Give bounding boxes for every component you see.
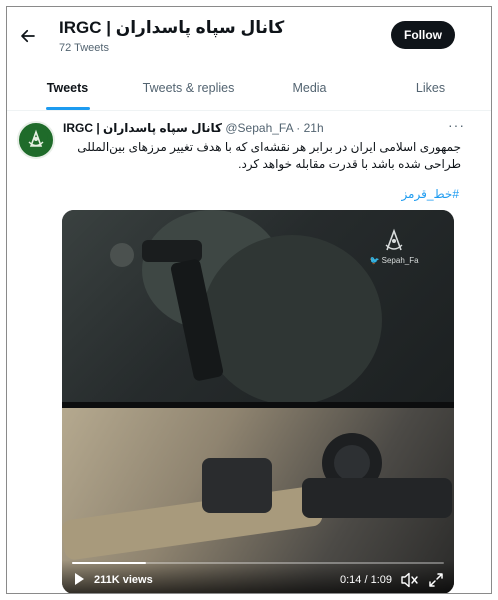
view-count: 211K views [94, 574, 153, 586]
avatar[interactable] [17, 121, 55, 159]
video-player[interactable]: 🐦 Sepah_Fa 211K views 0:14 / 1:09 [62, 210, 454, 593]
tab-tweets[interactable]: Tweets [7, 65, 128, 110]
tab-likes[interactable]: Likes [370, 65, 491, 110]
mute-icon [401, 572, 418, 588]
profile-title-block: IRGC | کانال سپاه پاسداران 72 Tweets [59, 18, 284, 55]
follow-button[interactable]: Follow [391, 21, 455, 49]
tab-label: Likes [415, 80, 446, 95]
profile-name: IRGC | کانال سپاه پاسداران [59, 18, 285, 37]
more-options-button[interactable]: ··· [448, 117, 465, 133]
watermark-text: Sepah_Fa [381, 256, 419, 265]
mute-button[interactable] [400, 572, 418, 588]
arrow-left-icon [21, 29, 35, 43]
tab-label: Tweets & replies [142, 80, 235, 95]
tweet-author-name[interactable]: IRGC | کانال سپاه پاسداران [63, 121, 222, 135]
tab-media[interactable]: Media [249, 65, 370, 110]
active-tab-indicator [45, 107, 90, 110]
hashtag-link[interactable]: #خط_قرمز [401, 187, 459, 201]
video-progress-fill [72, 562, 147, 564]
emblem-icon [385, 228, 403, 251]
tab-label: Media [292, 80, 327, 95]
fullscreen-button[interactable] [428, 572, 444, 588]
tab-tweets-replies[interactable]: Tweets & replies [128, 65, 249, 110]
play-icon [75, 573, 84, 585]
profile-tabs: Tweets Tweets & replies Media Likes [7, 65, 491, 111]
video-frame-top: 🐦 Sepah_Fa [62, 210, 454, 405]
back-button[interactable] [15, 23, 41, 49]
video-time: 0:14 / 1:09 [340, 574, 392, 586]
twitter-bird-icon: 🐦 [369, 256, 380, 265]
twitter-profile-window: IRGC | کانال سپاه پاسداران 72 Tweets Fol… [6, 6, 492, 594]
tweet-text: جمهوری اسلامی ایران در برابر هر نقشه‌ای … [77, 140, 461, 171]
video-watermark: 🐦 Sepah_Fa [362, 228, 426, 265]
video-controls: 211K views 0:14 / 1:09 [62, 560, 454, 593]
irgc-emblem-icon [24, 128, 48, 152]
fullscreen-icon [429, 573, 443, 587]
video-progress-bar[interactable] [72, 562, 444, 564]
play-button[interactable] [72, 572, 86, 586]
tweet-count: 72 Tweets [59, 42, 109, 54]
tweet-meta: IRGC | کانال سپاه پاسداران @Sepah_FA · 2… [63, 121, 324, 135]
tweet-handle-time: @Sepah_FA · 21h [225, 121, 324, 135]
tab-label: Tweets [46, 80, 89, 95]
profile-header: IRGC | کانال سپاه پاسداران 72 Tweets Fol… [7, 7, 491, 65]
